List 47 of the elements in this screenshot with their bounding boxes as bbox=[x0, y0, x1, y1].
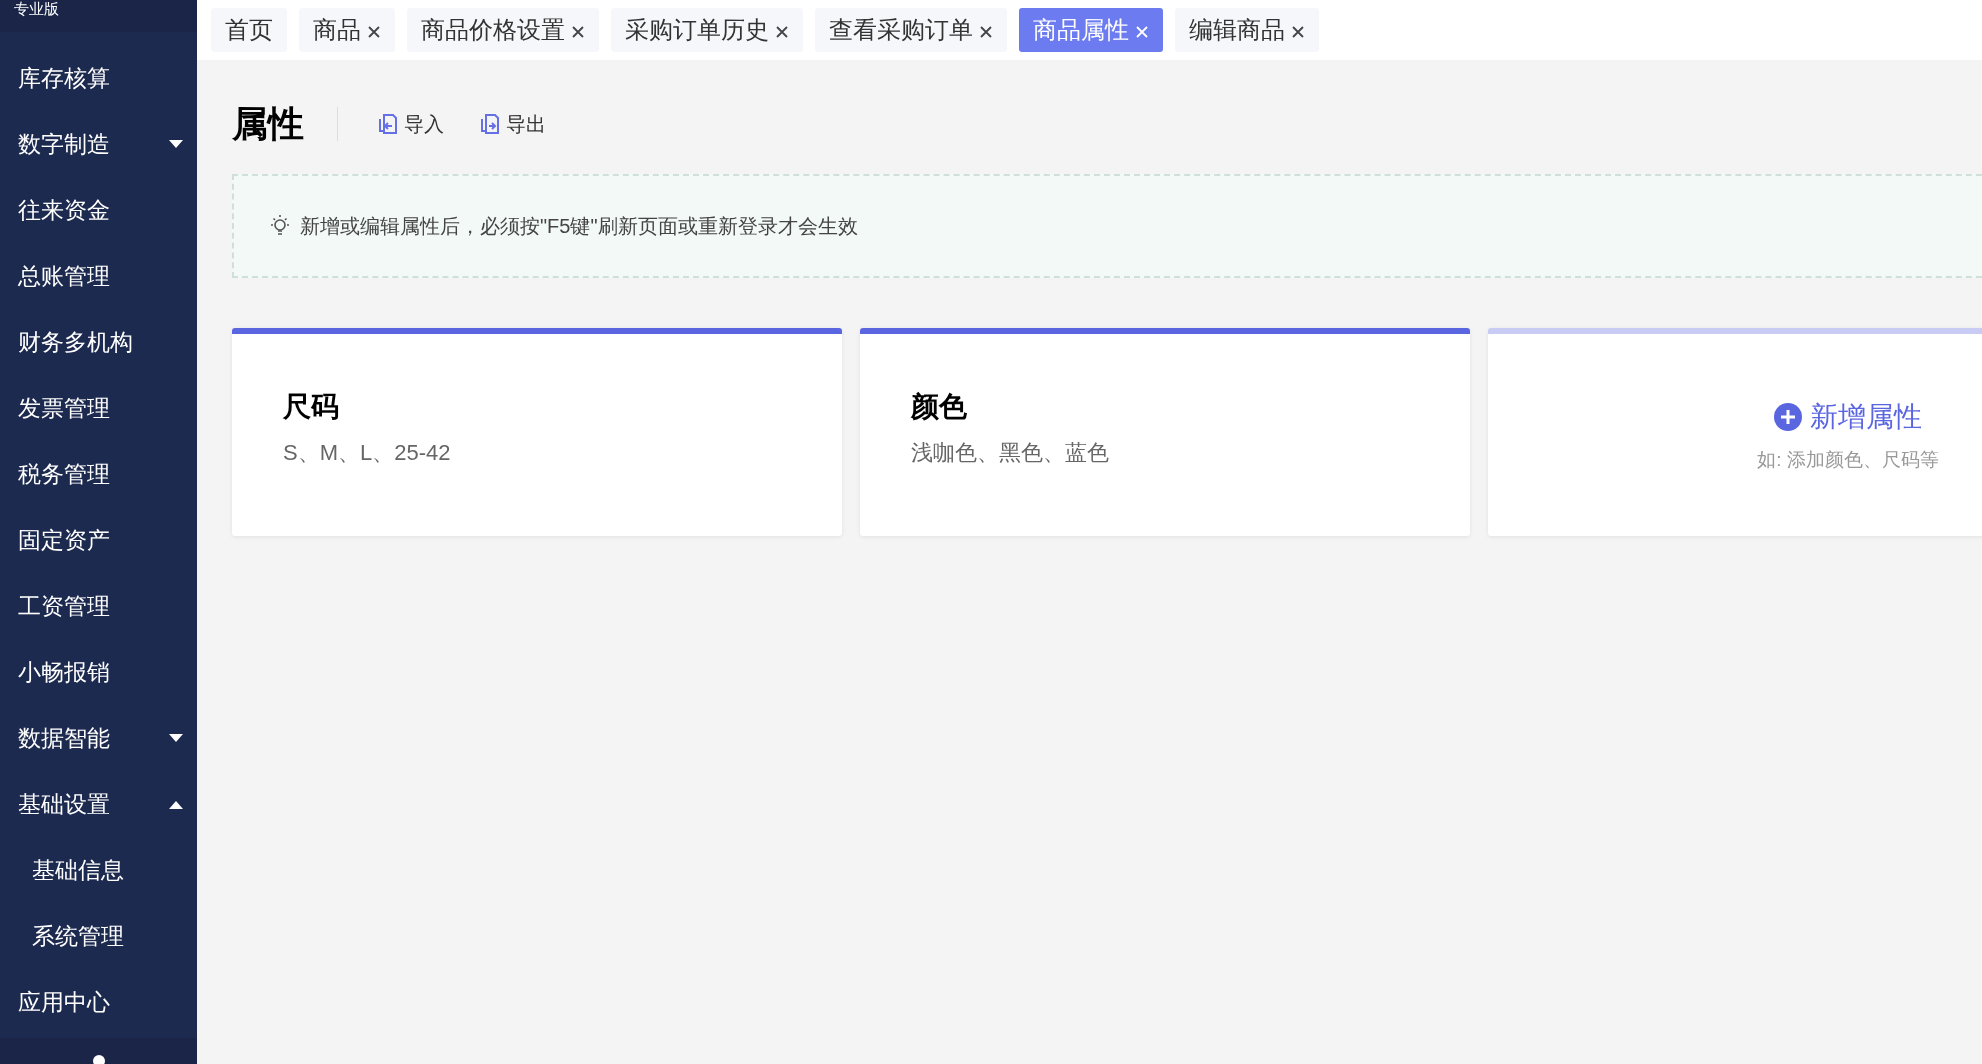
sidebar-item[interactable]: 基础设置 bbox=[0, 771, 197, 837]
tab[interactable]: 查看采购订单 bbox=[815, 8, 1007, 52]
sidebar-subitem[interactable]: 系统管理 bbox=[0, 903, 197, 969]
sidebar-item[interactable]: 财务多机构 bbox=[0, 309, 197, 375]
tab[interactable]: 采购订单历史 bbox=[611, 8, 803, 52]
attribute-values: 浅咖色、黑色、蓝色 bbox=[911, 439, 1110, 467]
attribute-name: 尺码 bbox=[283, 390, 340, 424]
sidebar-item[interactable]: 应用中心 bbox=[0, 969, 197, 1035]
edition-label: 专业版 bbox=[14, 1, 59, 16]
sidebar-item[interactable]: 发票管理 bbox=[0, 375, 197, 441]
plus-icon bbox=[1774, 403, 1802, 431]
tab[interactable]: 商品属性 bbox=[1019, 8, 1163, 52]
attribute-card[interactable]: 颜色 浅咖色、黑色、蓝色 bbox=[860, 328, 1470, 536]
sidebar-item[interactable]: 小畅报销 bbox=[0, 639, 197, 705]
close-icon[interactable] bbox=[775, 25, 789, 39]
sidebar-item[interactable]: 固定资产 bbox=[0, 507, 197, 573]
tab[interactable]: 编辑商品 bbox=[1175, 8, 1319, 52]
hint-text: 新增或编辑属性后，必须按"F5键"刷新页面或重新登录才会生效 bbox=[300, 214, 858, 239]
caret-icon bbox=[169, 139, 183, 149]
add-attribute-card[interactable]: 新增属性 如: 添加颜色、尺码等 bbox=[1488, 328, 1982, 536]
sidebar-item[interactable]: 数据智能 bbox=[0, 705, 197, 771]
sidebar-item[interactable]: 总账管理 bbox=[0, 243, 197, 309]
sidebar-subitem[interactable]: 基础信息 bbox=[0, 837, 197, 903]
close-icon[interactable] bbox=[979, 25, 993, 39]
caret-icon bbox=[169, 799, 183, 809]
sidebar-item[interactable]: 工资管理 bbox=[0, 573, 197, 639]
sidebar-item[interactable]: 数字制造 bbox=[0, 111, 197, 177]
import-button[interactable]: 导入 bbox=[378, 109, 444, 139]
import-icon bbox=[378, 113, 398, 135]
export-button[interactable]: 导出 bbox=[480, 109, 546, 139]
close-icon[interactable] bbox=[571, 25, 585, 39]
attribute-name: 颜色 bbox=[911, 390, 968, 424]
tab[interactable]: 首页 bbox=[211, 8, 287, 52]
close-icon[interactable] bbox=[367, 25, 381, 39]
sidebar-item[interactable]: 税务管理 bbox=[0, 441, 197, 507]
tab[interactable]: 商品 bbox=[299, 8, 395, 52]
attribute-values: S、M、L、25-42 bbox=[283, 439, 452, 467]
attribute-card[interactable]: 尺码 S、M、L、25-42 bbox=[232, 328, 842, 536]
sidebar-item[interactable]: 库存核算 bbox=[0, 45, 197, 111]
tab[interactable]: 商品价格设置 bbox=[407, 8, 599, 52]
caret-icon bbox=[169, 733, 183, 743]
add-attribute-link[interactable]: 新增属性 bbox=[1810, 396, 1922, 438]
export-icon bbox=[480, 113, 500, 135]
close-icon[interactable] bbox=[1291, 25, 1305, 39]
page-title: 属性 bbox=[232, 102, 304, 146]
sidebar-item[interactable]: 往来资金 bbox=[0, 177, 197, 243]
add-hint: 如: 添加颜色、尺码等 bbox=[1757, 448, 1939, 472]
